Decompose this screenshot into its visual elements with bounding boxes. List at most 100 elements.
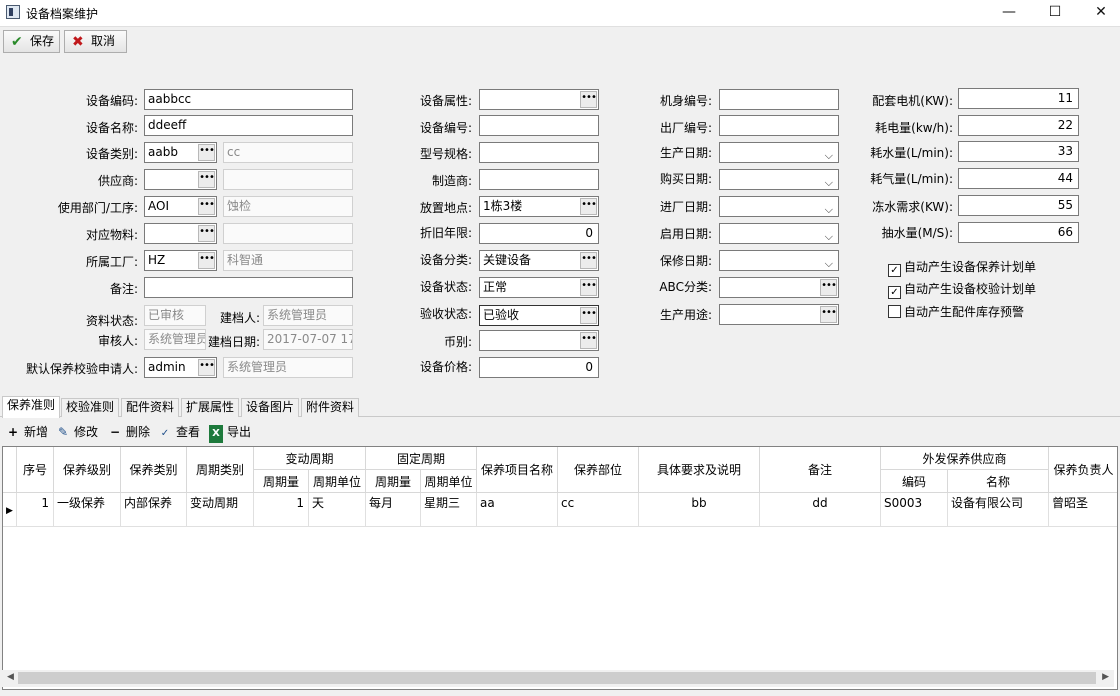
- category-lookup-button[interactable]: •••: [198, 144, 215, 161]
- col-fix-unit[interactable]: 周期单位: [421, 470, 477, 493]
- close-button[interactable]: ✕: [1078, 0, 1120, 27]
- col-owner[interactable]: 保养负责人: [1049, 447, 1117, 493]
- power-input[interactable]: 22: [958, 115, 1079, 136]
- cell-owner[interactable]: 曾昭圣: [1049, 493, 1117, 527]
- code-input[interactable]: aabbcc: [144, 89, 353, 110]
- tab-attachments[interactable]: 附件资料: [301, 398, 359, 417]
- in-date-picker[interactable]: ⌵: [719, 196, 839, 217]
- col-var-unit[interactable]: 周期单位: [309, 470, 366, 493]
- cell-item-name[interactable]: aa: [477, 493, 558, 527]
- cell-level[interactable]: 一级保养: [54, 493, 121, 527]
- col-cycle-type[interactable]: 周期类别: [187, 447, 254, 493]
- col-item-name[interactable]: 保养项目名称: [477, 447, 558, 493]
- class-input[interactable]: 关键设备 •••: [479, 250, 599, 271]
- attr-lookup-button[interactable]: •••: [580, 91, 597, 108]
- scroll-right-icon[interactable]: ▶: [1102, 672, 1109, 682]
- supplier-lookup-button[interactable]: •••: [198, 171, 215, 188]
- start-date-picker[interactable]: ⌵: [719, 223, 839, 244]
- material-code-input[interactable]: •••: [144, 223, 217, 244]
- col-type[interactable]: 保养类别: [121, 447, 187, 493]
- delete-button[interactable]: − 删除: [108, 423, 150, 441]
- class-lookup-button[interactable]: •••: [580, 252, 597, 269]
- minimize-button[interactable]: —: [986, 0, 1032, 27]
- default-applicant-code-input[interactable]: admin •••: [144, 357, 217, 378]
- scroll-left-icon[interactable]: ◀: [7, 672, 14, 682]
- maximize-button[interactable]: ☐: [1032, 0, 1078, 27]
- cell-part[interactable]: cc: [558, 493, 639, 527]
- supplier-code-input[interactable]: •••: [144, 169, 217, 190]
- material-lookup-button[interactable]: •••: [198, 225, 215, 242]
- col-var-qty[interactable]: 周期量: [254, 470, 309, 493]
- factory-lookup-button[interactable]: •••: [198, 252, 215, 269]
- abc-lookup-button[interactable]: •••: [820, 279, 837, 296]
- tab-calibration-rules[interactable]: 校验准则: [61, 398, 119, 417]
- col-requirements[interactable]: 具体要求及说明: [639, 447, 760, 493]
- currency-lookup-button[interactable]: •••: [580, 332, 597, 349]
- remark-input[interactable]: [144, 277, 353, 298]
- add-button[interactable]: + 新增: [6, 423, 48, 441]
- freeze-input[interactable]: 55: [958, 195, 1079, 216]
- edit-button[interactable]: ✎ 修改: [56, 423, 98, 441]
- category-code-input[interactable]: aabb •••: [144, 142, 217, 163]
- cell-var-qty[interactable]: 1: [254, 493, 309, 527]
- state-input[interactable]: 正常 •••: [479, 277, 599, 298]
- dept-lookup-button[interactable]: •••: [198, 198, 215, 215]
- price-input[interactable]: 0: [479, 357, 599, 378]
- currency-input[interactable]: •••: [479, 330, 599, 351]
- location-lookup-button[interactable]: •••: [580, 198, 597, 215]
- cell-remark[interactable]: dd: [760, 493, 881, 527]
- col-fix-qty[interactable]: 周期量: [366, 470, 421, 493]
- usage-lookup-button[interactable]: •••: [820, 306, 837, 323]
- col-remark[interactable]: 备注: [760, 447, 881, 493]
- cell-seq[interactable]: 1: [17, 493, 54, 527]
- tab-maintenance-rules[interactable]: 保养准则: [2, 396, 60, 418]
- col-seq[interactable]: 序号: [17, 447, 54, 493]
- cell-type[interactable]: 内部保养: [121, 493, 187, 527]
- tab-extended-attributes[interactable]: 扩展属性: [181, 398, 239, 417]
- gas-input[interactable]: 44: [958, 168, 1079, 189]
- acceptance-input[interactable]: 已验收 •••: [479, 305, 599, 326]
- pump-input[interactable]: 66: [958, 222, 1079, 243]
- cell-vendor-name[interactable]: 设备有限公司: [948, 493, 1049, 527]
- col-part[interactable]: 保养部位: [558, 447, 639, 493]
- cell-requirements[interactable]: bb: [639, 493, 760, 527]
- equip-no-input[interactable]: [479, 115, 599, 136]
- auto-parts-checkbox[interactable]: 自动产生配件库存预警: [888, 303, 1024, 320]
- body-no-input[interactable]: [719, 89, 839, 110]
- view-button[interactable]: ✓ 查看: [158, 423, 200, 443]
- col-vendor-code[interactable]: 编码: [881, 470, 948, 493]
- water-input[interactable]: 33: [958, 141, 1079, 162]
- save-button[interactable]: ✔ 保存: [3, 30, 60, 53]
- factory-code-input[interactable]: HZ •••: [144, 250, 217, 271]
- location-input[interactable]: 1栋3楼 •••: [479, 196, 599, 217]
- attr-input[interactable]: •••: [479, 89, 599, 110]
- auto-maint-checkbox[interactable]: ✓ 自动产生设备保养计划单: [888, 258, 1036, 277]
- col-vendor-name[interactable]: 名称: [948, 470, 1049, 493]
- buy-date-picker[interactable]: ⌵: [719, 169, 839, 190]
- cell-vendor-code[interactable]: S0003: [881, 493, 948, 527]
- scrollbar-thumb[interactable]: [18, 672, 1096, 684]
- abc-input[interactable]: •••: [719, 277, 839, 298]
- cell-cycle-type[interactable]: 变动周期: [187, 493, 254, 527]
- motor-input[interactable]: 11: [958, 88, 1079, 109]
- cell-fix-unit[interactable]: 星期三: [421, 493, 477, 527]
- warranty-date-picker[interactable]: ⌵: [719, 250, 839, 271]
- default-applicant-lookup-button[interactable]: •••: [198, 359, 215, 376]
- cell-var-unit[interactable]: 天: [309, 493, 366, 527]
- cell-fix-qty[interactable]: 每月: [366, 493, 421, 527]
- auto-calib-checkbox[interactable]: ✓ 自动产生设备校验计划单: [888, 280, 1036, 299]
- export-button[interactable]: X 导出: [209, 423, 251, 443]
- acceptance-lookup-button[interactable]: •••: [580, 307, 597, 324]
- state-lookup-button[interactable]: •••: [580, 279, 597, 296]
- col-level[interactable]: 保养级别: [54, 447, 121, 493]
- factory-no-input[interactable]: [719, 115, 839, 136]
- cancel-button[interactable]: ✖ 取消: [64, 30, 127, 53]
- prod-date-picker[interactable]: ⌵: [719, 142, 839, 163]
- maker-input[interactable]: [479, 169, 599, 190]
- dept-code-input[interactable]: AOI •••: [144, 196, 217, 217]
- name-input[interactable]: ddeeff: [144, 115, 353, 136]
- tab-parts[interactable]: 配件资料: [121, 398, 179, 417]
- usage-input[interactable]: •••: [719, 304, 839, 325]
- depreciation-input[interactable]: 0: [479, 223, 599, 244]
- tab-images[interactable]: 设备图片: [241, 398, 299, 417]
